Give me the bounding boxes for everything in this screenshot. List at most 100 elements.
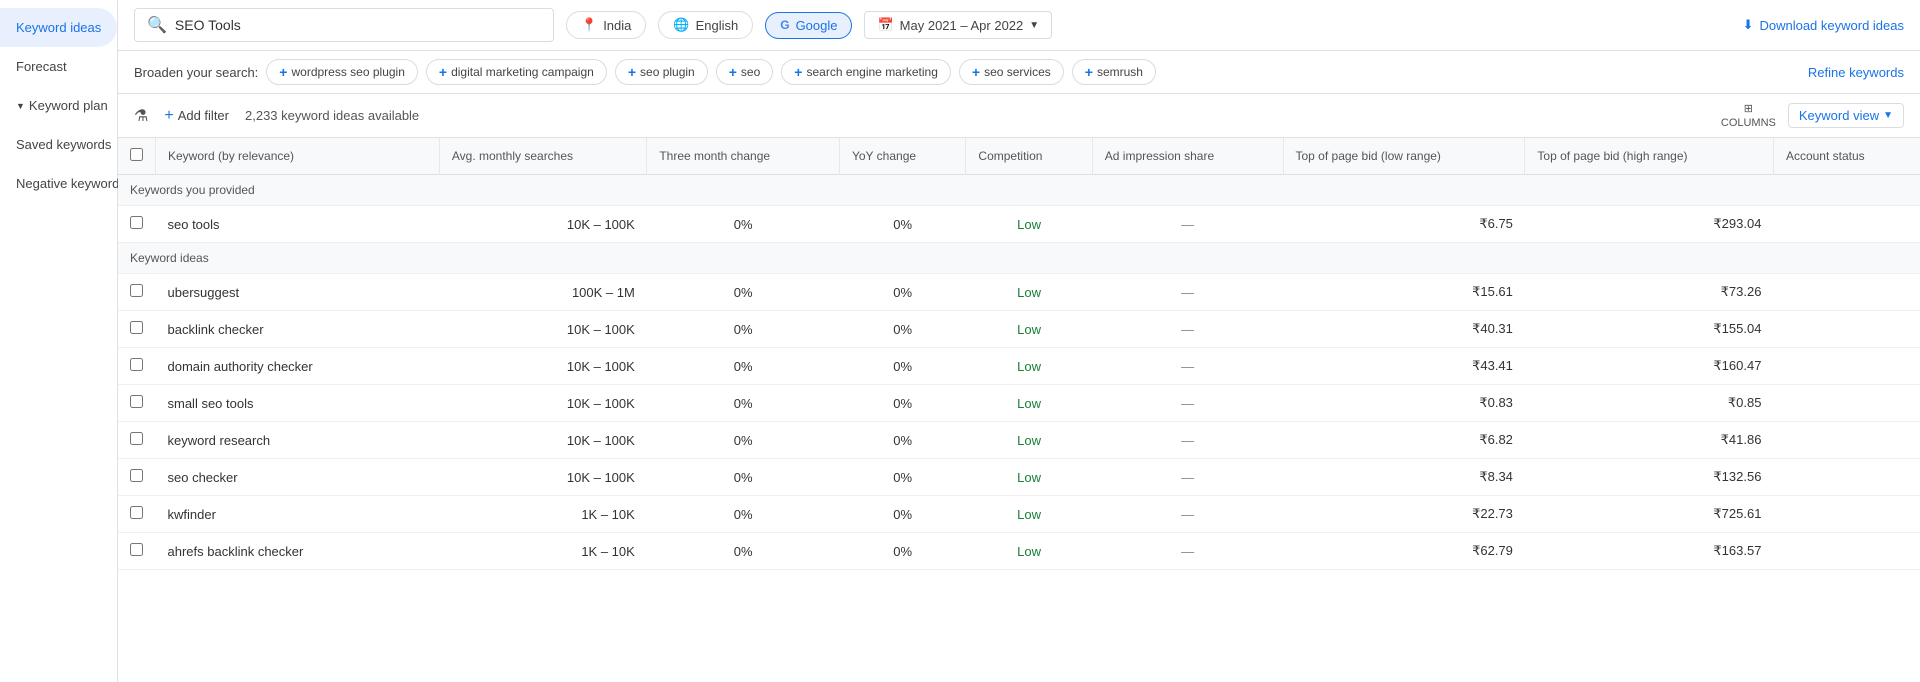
row-checkbox[interactable]	[130, 543, 143, 556]
bid-high-cell: ₹132.56	[1525, 459, 1774, 496]
account-cell	[1773, 348, 1920, 385]
date-range-label: May 2021 – Apr 2022	[900, 18, 1024, 33]
plus-icon: +	[729, 64, 737, 80]
plus-icon: +	[628, 64, 636, 80]
broaden-tag[interactable]: +wordpress seo plugin	[266, 59, 418, 85]
impression-cell: —	[1092, 348, 1283, 385]
row-checkbox[interactable]	[130, 506, 143, 519]
bid-high-cell: ₹725.61	[1525, 496, 1774, 533]
sidebar-item-label: Saved keywords	[16, 137, 111, 152]
monthly-searches-cell: 10K – 100K	[439, 422, 646, 459]
impression-cell: —	[1092, 206, 1283, 243]
tag-label: seo	[741, 65, 760, 79]
broaden-tag[interactable]: +semrush	[1072, 59, 1156, 85]
search-engine-filter[interactable]: G Google	[765, 12, 852, 39]
account-cell	[1773, 496, 1920, 533]
language-icon: 🌐	[673, 17, 689, 33]
sidebar-item-keyword-plan[interactable]: ▼ Keyword plan	[0, 86, 117, 125]
date-range-picker[interactable]: 📅 May 2021 – Apr 2022 ▼	[864, 11, 1052, 39]
plus-icon: +	[972, 64, 980, 80]
chevron-icon: ▼	[16, 101, 25, 111]
row-checkbox[interactable]	[130, 216, 143, 229]
section-header-label: Keyword ideas	[118, 243, 1920, 274]
column-header[interactable]: Top of page bid (low range)	[1283, 138, 1525, 175]
table-row: seo tools10K – 100K0%0%Low—₹6.75₹293.04	[118, 206, 1920, 243]
plus-icon: +	[794, 64, 802, 80]
three-month-cell: 0%	[647, 206, 840, 243]
account-cell	[1773, 206, 1920, 243]
row-checkbox[interactable]	[130, 358, 143, 371]
three-month-cell: 0%	[647, 274, 840, 311]
bid-low-cell: ₹6.75	[1283, 206, 1525, 243]
column-header[interactable]: Top of page bid (high range)	[1525, 138, 1774, 175]
bid-low-cell: ₹8.34	[1283, 459, 1525, 496]
keyword-cell: kwfinder	[156, 496, 440, 533]
keyword-cell: small seo tools	[156, 385, 440, 422]
tag-label: digital marketing campaign	[451, 65, 594, 79]
column-header[interactable]: Competition	[966, 138, 1092, 175]
monthly-searches-cell: 1K – 10K	[439, 533, 646, 570]
column-header[interactable]: Account status	[1773, 138, 1920, 175]
broaden-tag[interactable]: + search engine marketing	[781, 59, 951, 85]
sidebar-item-label: Keyword plan	[29, 98, 108, 113]
tag-label: search engine marketing	[806, 65, 937, 79]
competition-cell: Low	[966, 385, 1092, 422]
competition-cell: Low	[966, 206, 1092, 243]
row-checkbox[interactable]	[130, 284, 143, 297]
sidebar-item-label: Negative keywords	[16, 176, 126, 191]
refine-keywords-button[interactable]: Refine keywords	[1808, 65, 1904, 80]
add-filter-button[interactable]: + Add filter	[164, 107, 229, 125]
yoy-cell: 0%	[839, 274, 965, 311]
impression-cell: —	[1092, 311, 1283, 348]
column-header[interactable]: Keyword (by relevance)	[156, 138, 440, 175]
bid-high-cell: ₹73.26	[1525, 274, 1774, 311]
column-header[interactable]: Three month change	[647, 138, 840, 175]
broaden-tag[interactable]: + seo plugin	[615, 59, 708, 85]
columns-button[interactable]: ⊞ COLUMNS	[1721, 102, 1776, 129]
keyword-cell: domain authority checker	[156, 348, 440, 385]
tag-label: seo plugin	[640, 65, 695, 79]
download-label: Download keyword ideas	[1759, 18, 1904, 33]
keyword-count: 2,233 keyword ideas available	[245, 108, 419, 123]
competition-cell: Low	[966, 422, 1092, 459]
select-all-checkbox[interactable]	[130, 148, 143, 161]
add-filter-label: Add filter	[178, 108, 229, 123]
row-checkbox[interactable]	[130, 469, 143, 482]
tag-label: wordpress seo plugin	[291, 65, 404, 79]
account-cell	[1773, 311, 1920, 348]
search-engine-label: Google	[796, 18, 838, 33]
columns-icon: ⊞	[1744, 102, 1753, 115]
broaden-tag[interactable]: +digital marketing campaign	[426, 59, 607, 85]
table-row: ubersuggest100K – 1M0%0%Low—₹15.61₹73.26	[118, 274, 1920, 311]
view-controls: ⊞ COLUMNS Keyword view ▼	[1721, 102, 1904, 129]
sidebar-item-keyword-ideas[interactable]: Keyword ideas	[0, 8, 117, 47]
column-header[interactable]: YoY change	[839, 138, 965, 175]
sidebar-item-negative-keywords[interactable]: Negative keywords	[0, 164, 117, 203]
three-month-cell: 0%	[647, 422, 840, 459]
download-button[interactable]: ⬇ Download keyword ideas	[1743, 17, 1904, 33]
filter-icon[interactable]: ⚗	[134, 106, 148, 126]
yoy-cell: 0%	[839, 311, 965, 348]
monthly-searches-cell: 100K – 1M	[439, 274, 646, 311]
competition-cell: Low	[966, 533, 1092, 570]
table-row: domain authority checker10K – 100K0%0%Lo…	[118, 348, 1920, 385]
language-label: English	[696, 18, 739, 33]
column-header[interactable]: Ad impression share	[1092, 138, 1283, 175]
sidebar-item-forecast[interactable]: Forecast	[0, 47, 117, 86]
language-filter[interactable]: 🌐 English	[658, 11, 753, 39]
row-checkbox[interactable]	[130, 321, 143, 334]
search-box[interactable]: 🔍	[134, 8, 554, 42]
keyword-view-button[interactable]: Keyword view ▼	[1788, 103, 1904, 128]
location-filter[interactable]: 📍 India	[566, 11, 646, 39]
row-checkbox[interactable]	[130, 395, 143, 408]
table-row: small seo tools10K – 100K0%0%Low—₹0.83₹0…	[118, 385, 1920, 422]
competition-cell: Low	[966, 311, 1092, 348]
row-checkbox[interactable]	[130, 432, 143, 445]
broaden-tag[interactable]: + seo	[716, 59, 774, 85]
sidebar-item-saved-keywords[interactable]: Saved keywords	[0, 125, 117, 164]
column-header[interactable]: Avg. monthly searches	[439, 138, 646, 175]
search-input[interactable]	[175, 17, 541, 33]
broaden-tag[interactable]: +seo services	[959, 59, 1064, 85]
table-body: Keywords you providedseo tools10K – 100K…	[118, 175, 1920, 570]
monthly-searches-cell: 10K – 100K	[439, 348, 646, 385]
